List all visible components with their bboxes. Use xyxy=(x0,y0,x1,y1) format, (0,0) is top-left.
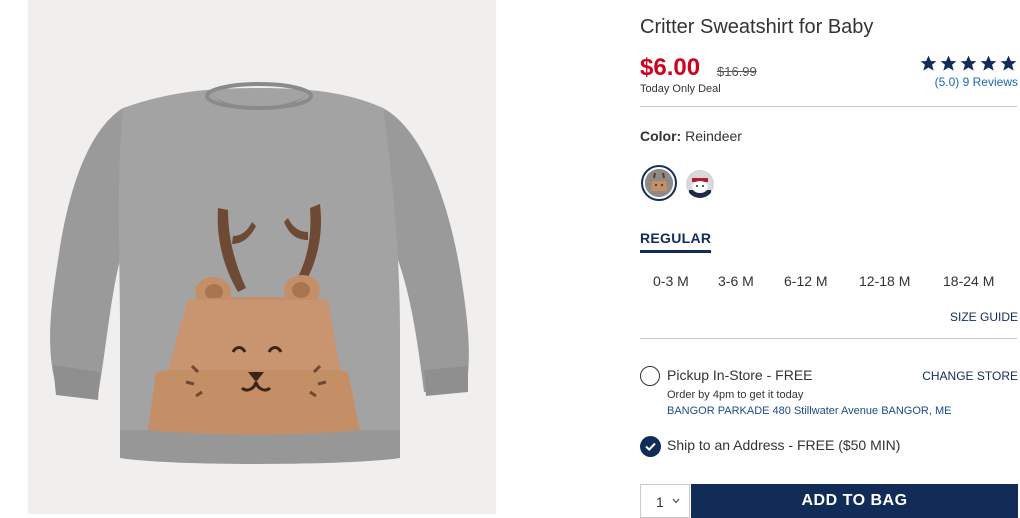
reviews-link[interactable]: (5.0) 9 Reviews xyxy=(935,75,1018,89)
divider xyxy=(640,106,1017,107)
original-price: $16.99 xyxy=(717,64,757,79)
reindeer-swatch[interactable] xyxy=(641,165,677,201)
quantity-select[interactable]: 1 xyxy=(640,484,690,518)
store-address-link[interactable]: BANGOR PARKADE 480 Stillwater Avenue BAN… xyxy=(667,405,951,417)
product-image[interactable] xyxy=(28,0,496,514)
tab-regular[interactable]: REGULAR xyxy=(640,230,712,253)
sale-price: $6.00 xyxy=(640,54,701,81)
size-guide-link[interactable]: SIZE GUIDE xyxy=(950,310,1018,324)
color-label: Color: Reindeer xyxy=(640,128,742,144)
ship-label[interactable]: Ship to an Address - FREE ($50 MIN) xyxy=(667,437,900,453)
star-icon xyxy=(1000,55,1017,71)
size-option[interactable]: 6-12 M xyxy=(784,273,828,289)
size-option[interactable]: 0-3 M xyxy=(653,273,689,289)
quantity-value: 1 xyxy=(656,494,664,510)
divider xyxy=(640,338,1017,339)
pickup-radio[interactable] xyxy=(640,366,660,386)
color-selected-value: Reindeer xyxy=(685,128,742,144)
star-icon xyxy=(940,55,957,71)
order-by-text: Order by 4pm to get it today xyxy=(667,389,804,401)
chevron-down-icon xyxy=(672,498,680,504)
size-option[interactable]: 12-18 M xyxy=(859,273,910,289)
change-store-link[interactable]: CHANGE STORE xyxy=(922,369,1018,383)
product-details-panel: Critter Sweatshirt for Baby $6.00 $16.99… xyxy=(640,0,1018,518)
polar-bear-swatch[interactable] xyxy=(686,170,714,198)
size-option[interactable]: 18-24 M xyxy=(943,273,994,289)
color-label-title: Color: xyxy=(640,128,682,144)
product-title: Critter Sweatshirt for Baby xyxy=(640,16,874,38)
pickup-label[interactable]: Pickup In-Store - FREE xyxy=(667,367,813,383)
star-rating[interactable] xyxy=(919,54,1018,73)
star-icon xyxy=(980,55,997,71)
ship-radio-checked[interactable] xyxy=(640,436,661,457)
deal-label: Today Only Deal xyxy=(640,83,721,95)
size-options: 0-3 M 3-6 M 6-12 M 12-18 M 18-24 M xyxy=(640,273,1018,293)
reindeer-swatch-image xyxy=(645,169,673,197)
star-icon xyxy=(960,55,977,71)
sweatshirt-illustration xyxy=(50,82,469,464)
add-to-bag-button[interactable]: ADD TO BAG xyxy=(691,484,1018,518)
star-icon xyxy=(920,55,937,71)
checkmark-icon xyxy=(645,442,656,452)
size-option[interactable]: 3-6 M xyxy=(718,273,754,289)
